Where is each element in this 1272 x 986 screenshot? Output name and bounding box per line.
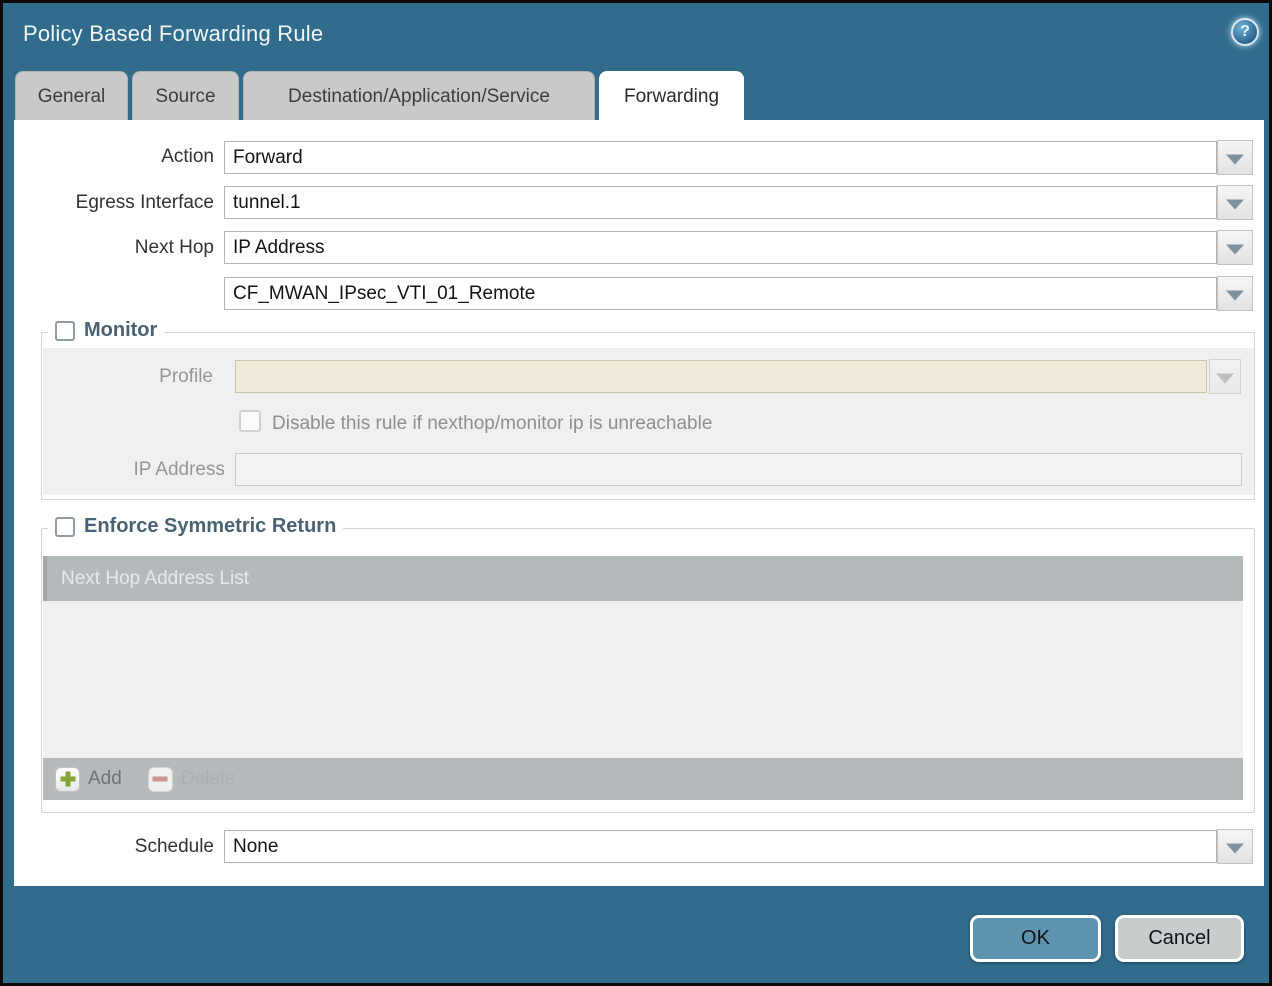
profile-label: Profile bbox=[43, 366, 213, 388]
next-hop-address-input[interactable] bbox=[224, 277, 1217, 310]
chevron-down-icon bbox=[1226, 199, 1244, 209]
action-label: Action bbox=[14, 146, 214, 168]
action-dropdown-button[interactable] bbox=[1217, 140, 1253, 175]
help-glyph: ? bbox=[1240, 23, 1250, 40]
dialog-title: Policy Based Forwarding Rule bbox=[23, 21, 323, 47]
chevron-down-icon bbox=[1226, 843, 1244, 853]
next-hop-type-dropdown-button[interactable] bbox=[1217, 230, 1253, 265]
next-hop-address-list-body bbox=[43, 601, 1243, 758]
ok-button[interactable]: OK bbox=[970, 915, 1101, 962]
action-input[interactable] bbox=[224, 141, 1217, 174]
egress-interface-label: Egress Interface bbox=[14, 192, 214, 214]
next-hop-address-dropdown-button[interactable] bbox=[1217, 276, 1253, 311]
tab-source[interactable]: Source bbox=[132, 71, 239, 120]
disable-rule-label: Disable this rule if nexthop/monitor ip … bbox=[272, 413, 712, 435]
monitor-legend-label: Monitor bbox=[84, 319, 157, 342]
cancel-button[interactable]: Cancel bbox=[1115, 915, 1244, 962]
add-button-label: Add bbox=[88, 768, 122, 790]
egress-interface-input[interactable] bbox=[224, 186, 1217, 219]
chevron-down-icon bbox=[1226, 244, 1244, 254]
schedule-input[interactable] bbox=[224, 830, 1217, 863]
disable-rule-checkbox bbox=[239, 410, 261, 432]
delete-button-label: Delete bbox=[181, 768, 236, 790]
next-hop-type-input[interactable] bbox=[224, 231, 1217, 264]
next-hop-address-list-header: Next Hop Address List bbox=[43, 556, 1243, 601]
minus-icon bbox=[148, 767, 173, 792]
chevron-down-icon bbox=[1226, 290, 1244, 300]
chevron-down-icon bbox=[1216, 373, 1234, 383]
symmetric-return-legend: Enforce Symmetric Return bbox=[48, 515, 343, 538]
schedule-dropdown-button[interactable] bbox=[1217, 829, 1253, 864]
tab-destination-application-service[interactable]: Destination/Application/Service bbox=[243, 71, 595, 120]
add-button: Add bbox=[55, 767, 122, 792]
profile-dropdown-button bbox=[1209, 359, 1241, 394]
monitor-ip-address-input bbox=[235, 453, 1242, 486]
pbf-rule-dialog: Policy Based Forwarding Rule ? General S… bbox=[0, 0, 1272, 986]
profile-input bbox=[235, 360, 1207, 393]
chevron-down-icon bbox=[1226, 154, 1244, 164]
next-hop-label: Next Hop bbox=[14, 237, 214, 259]
symmetric-return-legend-label: Enforce Symmetric Return bbox=[84, 515, 336, 538]
next-hop-address-table: Next Hop Address List Add Delete bbox=[43, 556, 1243, 800]
next-hop-address-list-footer: Add Delete bbox=[43, 758, 1243, 800]
tab-bar: General Source Destination/Application/S… bbox=[15, 71, 744, 120]
delete-button: Delete bbox=[148, 767, 236, 792]
tab-general[interactable]: General bbox=[15, 71, 128, 120]
forwarding-tab-panel: Action Egress Interface Next Hop Monitor bbox=[14, 120, 1264, 886]
monitor-checkbox[interactable] bbox=[55, 321, 75, 341]
schedule-label: Schedule bbox=[14, 836, 214, 858]
egress-interface-dropdown-button[interactable] bbox=[1217, 185, 1253, 220]
tab-forwarding[interactable]: Forwarding bbox=[599, 71, 744, 121]
monitor-ip-address-label: IP Address bbox=[43, 459, 225, 481]
plus-icon bbox=[55, 767, 80, 792]
dialog-titlebar: Policy Based Forwarding Rule ? bbox=[3, 3, 1269, 67]
help-icon[interactable]: ? bbox=[1231, 18, 1259, 46]
symmetric-return-checkbox[interactable] bbox=[55, 517, 75, 537]
monitor-legend: Monitor bbox=[48, 319, 164, 342]
